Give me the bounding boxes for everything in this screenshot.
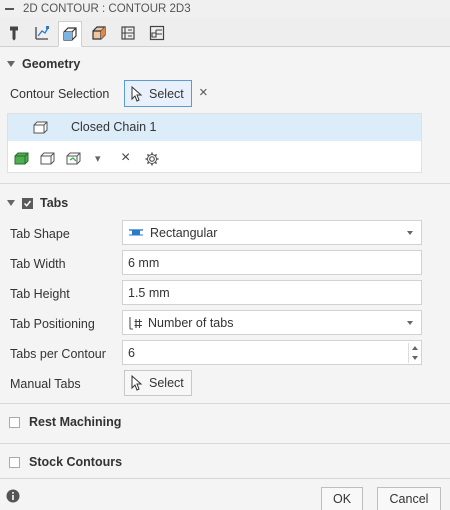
tab-width-label: Tab Width bbox=[10, 257, 66, 271]
contour-selection-label: Contour Selection bbox=[10, 87, 110, 101]
tab-height-label: Tab Height bbox=[10, 287, 70, 301]
linking-tab-icon[interactable] bbox=[87, 21, 111, 45]
increment-arrow-icon[interactable] bbox=[408, 343, 420, 353]
cursor-arrow-icon bbox=[131, 375, 143, 391]
tabs-per-contour-stepper[interactable]: 6 bbox=[122, 340, 422, 365]
tab-width-input[interactable]: 6 mm bbox=[122, 250, 422, 275]
cursor-arrow-icon bbox=[131, 85, 143, 102]
decrement-arrow-icon[interactable] bbox=[408, 353, 420, 363]
gear-icon[interactable] bbox=[144, 151, 160, 167]
tabs-section-header[interactable]: Tabs bbox=[0, 191, 450, 215]
tab-width-value: 6 mm bbox=[128, 255, 160, 270]
checkmark-icon bbox=[23, 200, 32, 207]
manual-tabs-select-label: Select bbox=[149, 376, 184, 390]
selection-list: Closed Chain 1 ▾ × bbox=[7, 113, 422, 173]
geometry-heading: Geometry bbox=[22, 57, 81, 71]
geometry-section-header[interactable]: Geometry bbox=[0, 52, 450, 76]
contour-select-label: Select bbox=[149, 86, 184, 101]
simulation-tab-icon[interactable] bbox=[145, 21, 169, 45]
more-options-chevron-icon[interactable]: ▾ bbox=[95, 152, 101, 165]
tab-shape-select[interactable]: Rectangular bbox=[122, 220, 422, 245]
tabs-heading: Tabs bbox=[40, 196, 69, 210]
stock-contours-header[interactable]: Stock Contours bbox=[0, 450, 450, 474]
collapse-triangle-icon[interactable] bbox=[7, 61, 15, 67]
collapse-dash-icon[interactable] bbox=[5, 8, 14, 10]
selection-list-item[interactable]: Closed Chain 1 bbox=[8, 114, 421, 141]
delete-selection-icon[interactable]: × bbox=[121, 149, 130, 167]
section-divider bbox=[0, 403, 450, 404]
stock-contours-checkbox[interactable] bbox=[9, 456, 20, 468]
heights-tab-icon[interactable] bbox=[116, 21, 140, 45]
tab-height-input[interactable]: 1.5 mm bbox=[122, 280, 422, 305]
section-divider bbox=[0, 443, 450, 444]
tabs-checkbox[interactable] bbox=[22, 197, 33, 209]
number-of-tabs-icon bbox=[129, 316, 142, 330]
tab-positioning-select[interactable]: Number of tabs bbox=[122, 310, 422, 335]
tab-height-value: 1.5 mm bbox=[128, 285, 170, 300]
tabs-per-contour-label: Tabs per Contour bbox=[10, 347, 106, 361]
geometry-tab-icon[interactable] bbox=[30, 21, 54, 45]
select-face-icon[interactable] bbox=[39, 151, 57, 166]
rest-machining-checkbox[interactable] bbox=[9, 416, 20, 428]
chain-item-label: Closed Chain 1 bbox=[71, 120, 157, 134]
tab-shape-value: Rectangular bbox=[150, 225, 218, 240]
chain-face-icon bbox=[33, 121, 48, 134]
passes-tab-icon[interactable] bbox=[58, 21, 82, 47]
section-divider bbox=[0, 183, 450, 184]
tab-positioning-label: Tab Positioning bbox=[10, 317, 95, 331]
window-title-bar: 2D CONTOUR : CONTOUR 2D3 bbox=[0, 0, 450, 18]
tab-positioning-value: Number of tabs bbox=[148, 315, 234, 330]
select-faces-icon[interactable] bbox=[65, 151, 83, 166]
ok-button[interactable]: OK bbox=[321, 487, 363, 510]
window-title: 2D CONTOUR : CONTOUR 2D3 bbox=[23, 3, 191, 15]
dropdown-caret-icon bbox=[407, 321, 413, 325]
rectangular-tab-icon bbox=[129, 228, 143, 235]
stepper-buttons bbox=[408, 343, 420, 363]
info-icon[interactable] bbox=[6, 489, 20, 503]
contour-select-button[interactable]: Select bbox=[124, 80, 192, 107]
stock-contours-label: Stock Contours bbox=[29, 455, 123, 469]
rest-machining-header[interactable]: Rest Machining bbox=[0, 410, 450, 434]
manual-tabs-label: Manual Tabs bbox=[10, 377, 81, 391]
select-green-face-icon[interactable] bbox=[13, 151, 31, 166]
collapse-triangle-icon[interactable] bbox=[7, 200, 15, 206]
dialog-footer: OK Cancel bbox=[0, 478, 450, 510]
rest-machining-label: Rest Machining bbox=[29, 415, 122, 429]
manual-tabs-select-button[interactable]: Select bbox=[124, 370, 192, 396]
tabs-per-contour-value: 6 bbox=[128, 345, 135, 360]
clear-selection-icon[interactable]: × bbox=[199, 85, 208, 101]
cancel-button[interactable]: Cancel bbox=[377, 487, 441, 510]
dropdown-caret-icon bbox=[407, 231, 413, 235]
toolbar bbox=[0, 18, 450, 47]
tab-shape-label: Tab Shape bbox=[10, 227, 70, 241]
tool-tab-icon[interactable] bbox=[2, 21, 26, 45]
